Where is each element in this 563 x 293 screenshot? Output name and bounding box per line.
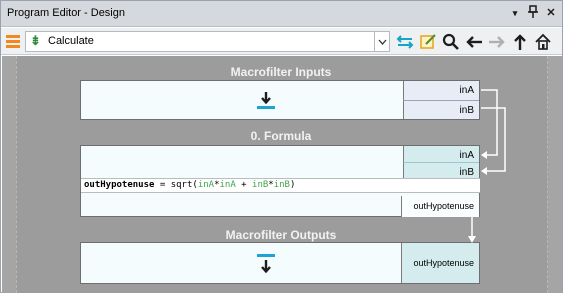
formula-kind-icon: ⇟: [30, 33, 41, 48]
wire-inA-arrow: [481, 151, 487, 159]
pin-icon[interactable]: [525, 5, 541, 21]
back-arrow-icon[interactable]: [463, 31, 484, 52]
toolbar: ⇟ Calculate: [1, 28, 562, 55]
up-arrow-icon[interactable]: [509, 31, 530, 52]
program-editor-window: Program Editor - Design ▾ ✕ ⇟ Calculate: [0, 0, 563, 293]
wire-outHypotenuse-arrow: [468, 236, 476, 243]
swap-icon[interactable]: [394, 31, 415, 52]
edit-icon[interactable]: [417, 31, 438, 52]
window-title: Program Editor - Design: [7, 7, 125, 19]
window-menu-dropdown-icon[interactable]: ▾: [507, 5, 523, 21]
dropdown-arrow-icon[interactable]: [374, 31, 390, 52]
title-bar: Program Editor - Design ▾ ✕: [1, 1, 562, 27]
program-canvas[interactable]: Macrofilter Inputs inA inB 0. Formula in…: [2, 56, 562, 293]
canvas-inner-area: Macrofilter Inputs inA inB 0. Formula in…: [16, 56, 548, 293]
wire-inB-arrow: [481, 167, 487, 175]
wire-inB: [481, 107, 506, 172]
wire-inA: [481, 89, 498, 156]
menu-icon[interactable]: [5, 33, 21, 49]
home-icon[interactable]: [532, 31, 553, 52]
close-icon[interactable]: ✕: [543, 5, 559, 21]
forward-arrow-icon[interactable]: [486, 31, 507, 52]
search-icon[interactable]: [440, 31, 461, 52]
selected-macrofilter: Calculate: [48, 35, 94, 47]
connection-wires: [468, 89, 506, 243]
macrofilter-selector[interactable]: ⇟ Calculate: [25, 31, 375, 52]
